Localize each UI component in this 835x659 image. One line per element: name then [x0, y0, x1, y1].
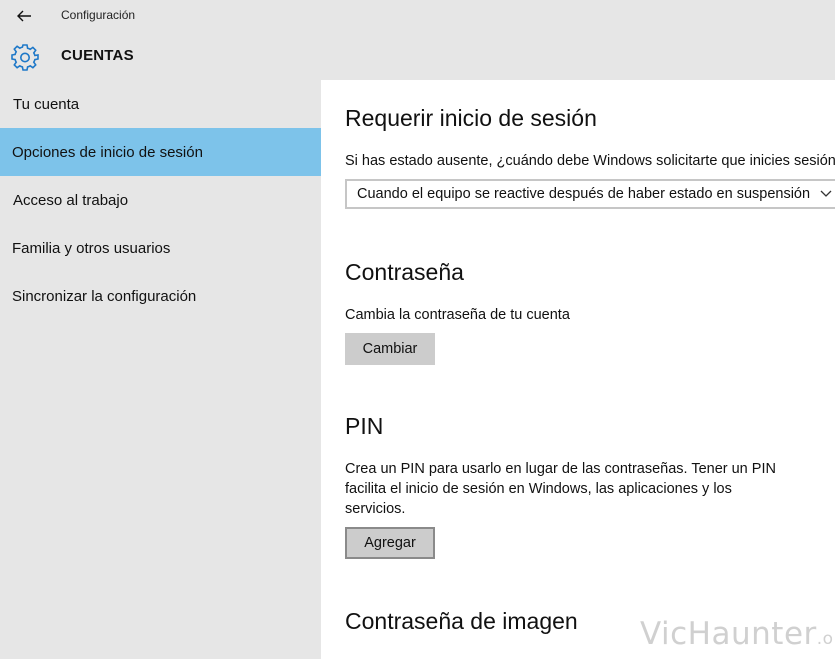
sidebar-item-acceso-trabajo[interactable]: Acceso al trabajo [0, 176, 321, 224]
sidebar-item-sincronizar[interactable]: Sincronizar la configuración [0, 272, 321, 320]
sidebar-item-label: Familia y otros usuarios [12, 239, 171, 257]
change-password-button[interactable]: Cambiar [345, 333, 435, 365]
password-description: Cambia la contraseña de tu cuenta [345, 307, 570, 323]
dropdown-selected-value: Cuando el equipo se reactive después de … [357, 186, 811, 202]
add-pin-button[interactable]: Agregar [345, 527, 435, 559]
pin-heading: PIN [345, 413, 384, 439]
picture-password-heading: Contraseña de imagen [345, 608, 578, 634]
gear-icon [11, 44, 39, 71]
sidebar-item-opciones-inicio-sesion[interactable]: Opciones de inicio de sesión [0, 128, 321, 176]
sidebar: Tu cuenta Opciones de inicio de sesión A… [0, 80, 321, 659]
watermark-logo: VicHaunter.org [640, 616, 835, 652]
require-signin-heading: Requerir inicio de sesión [345, 105, 597, 131]
back-arrow-icon [17, 10, 31, 22]
pin-description: Crea un PIN para usarlo en lugar de las … [345, 461, 776, 517]
chevron-down-icon [820, 190, 832, 197]
require-signin-question: Si has estado ausente, ¿cuándo debe Wind… [345, 153, 835, 169]
sidebar-item-familia[interactable]: Familia y otros usuarios [0, 224, 321, 272]
back-button[interactable] [10, 4, 38, 28]
sidebar-item-label: Tu cuenta [13, 95, 80, 113]
sidebar-item-label: Acceso al trabajo [13, 191, 129, 209]
sidebar-item-label: Opciones de inicio de sesión [12, 143, 203, 161]
main-content: Requerir inicio de sesión Si has estado … [321, 80, 835, 659]
window-title: Configuración [61, 8, 136, 22]
require-signin-dropdown[interactable]: Cuando el equipo se reactive después de … [345, 179, 835, 209]
sidebar-item-tu-cuenta[interactable]: Tu cuenta [0, 80, 321, 128]
password-heading: Contraseña [345, 259, 464, 285]
section-title: CUENTAS [61, 47, 134, 64]
sidebar-item-label: Sincronizar la configuración [12, 287, 197, 305]
title-bar: Configuración CUENTAS [0, 0, 835, 80]
